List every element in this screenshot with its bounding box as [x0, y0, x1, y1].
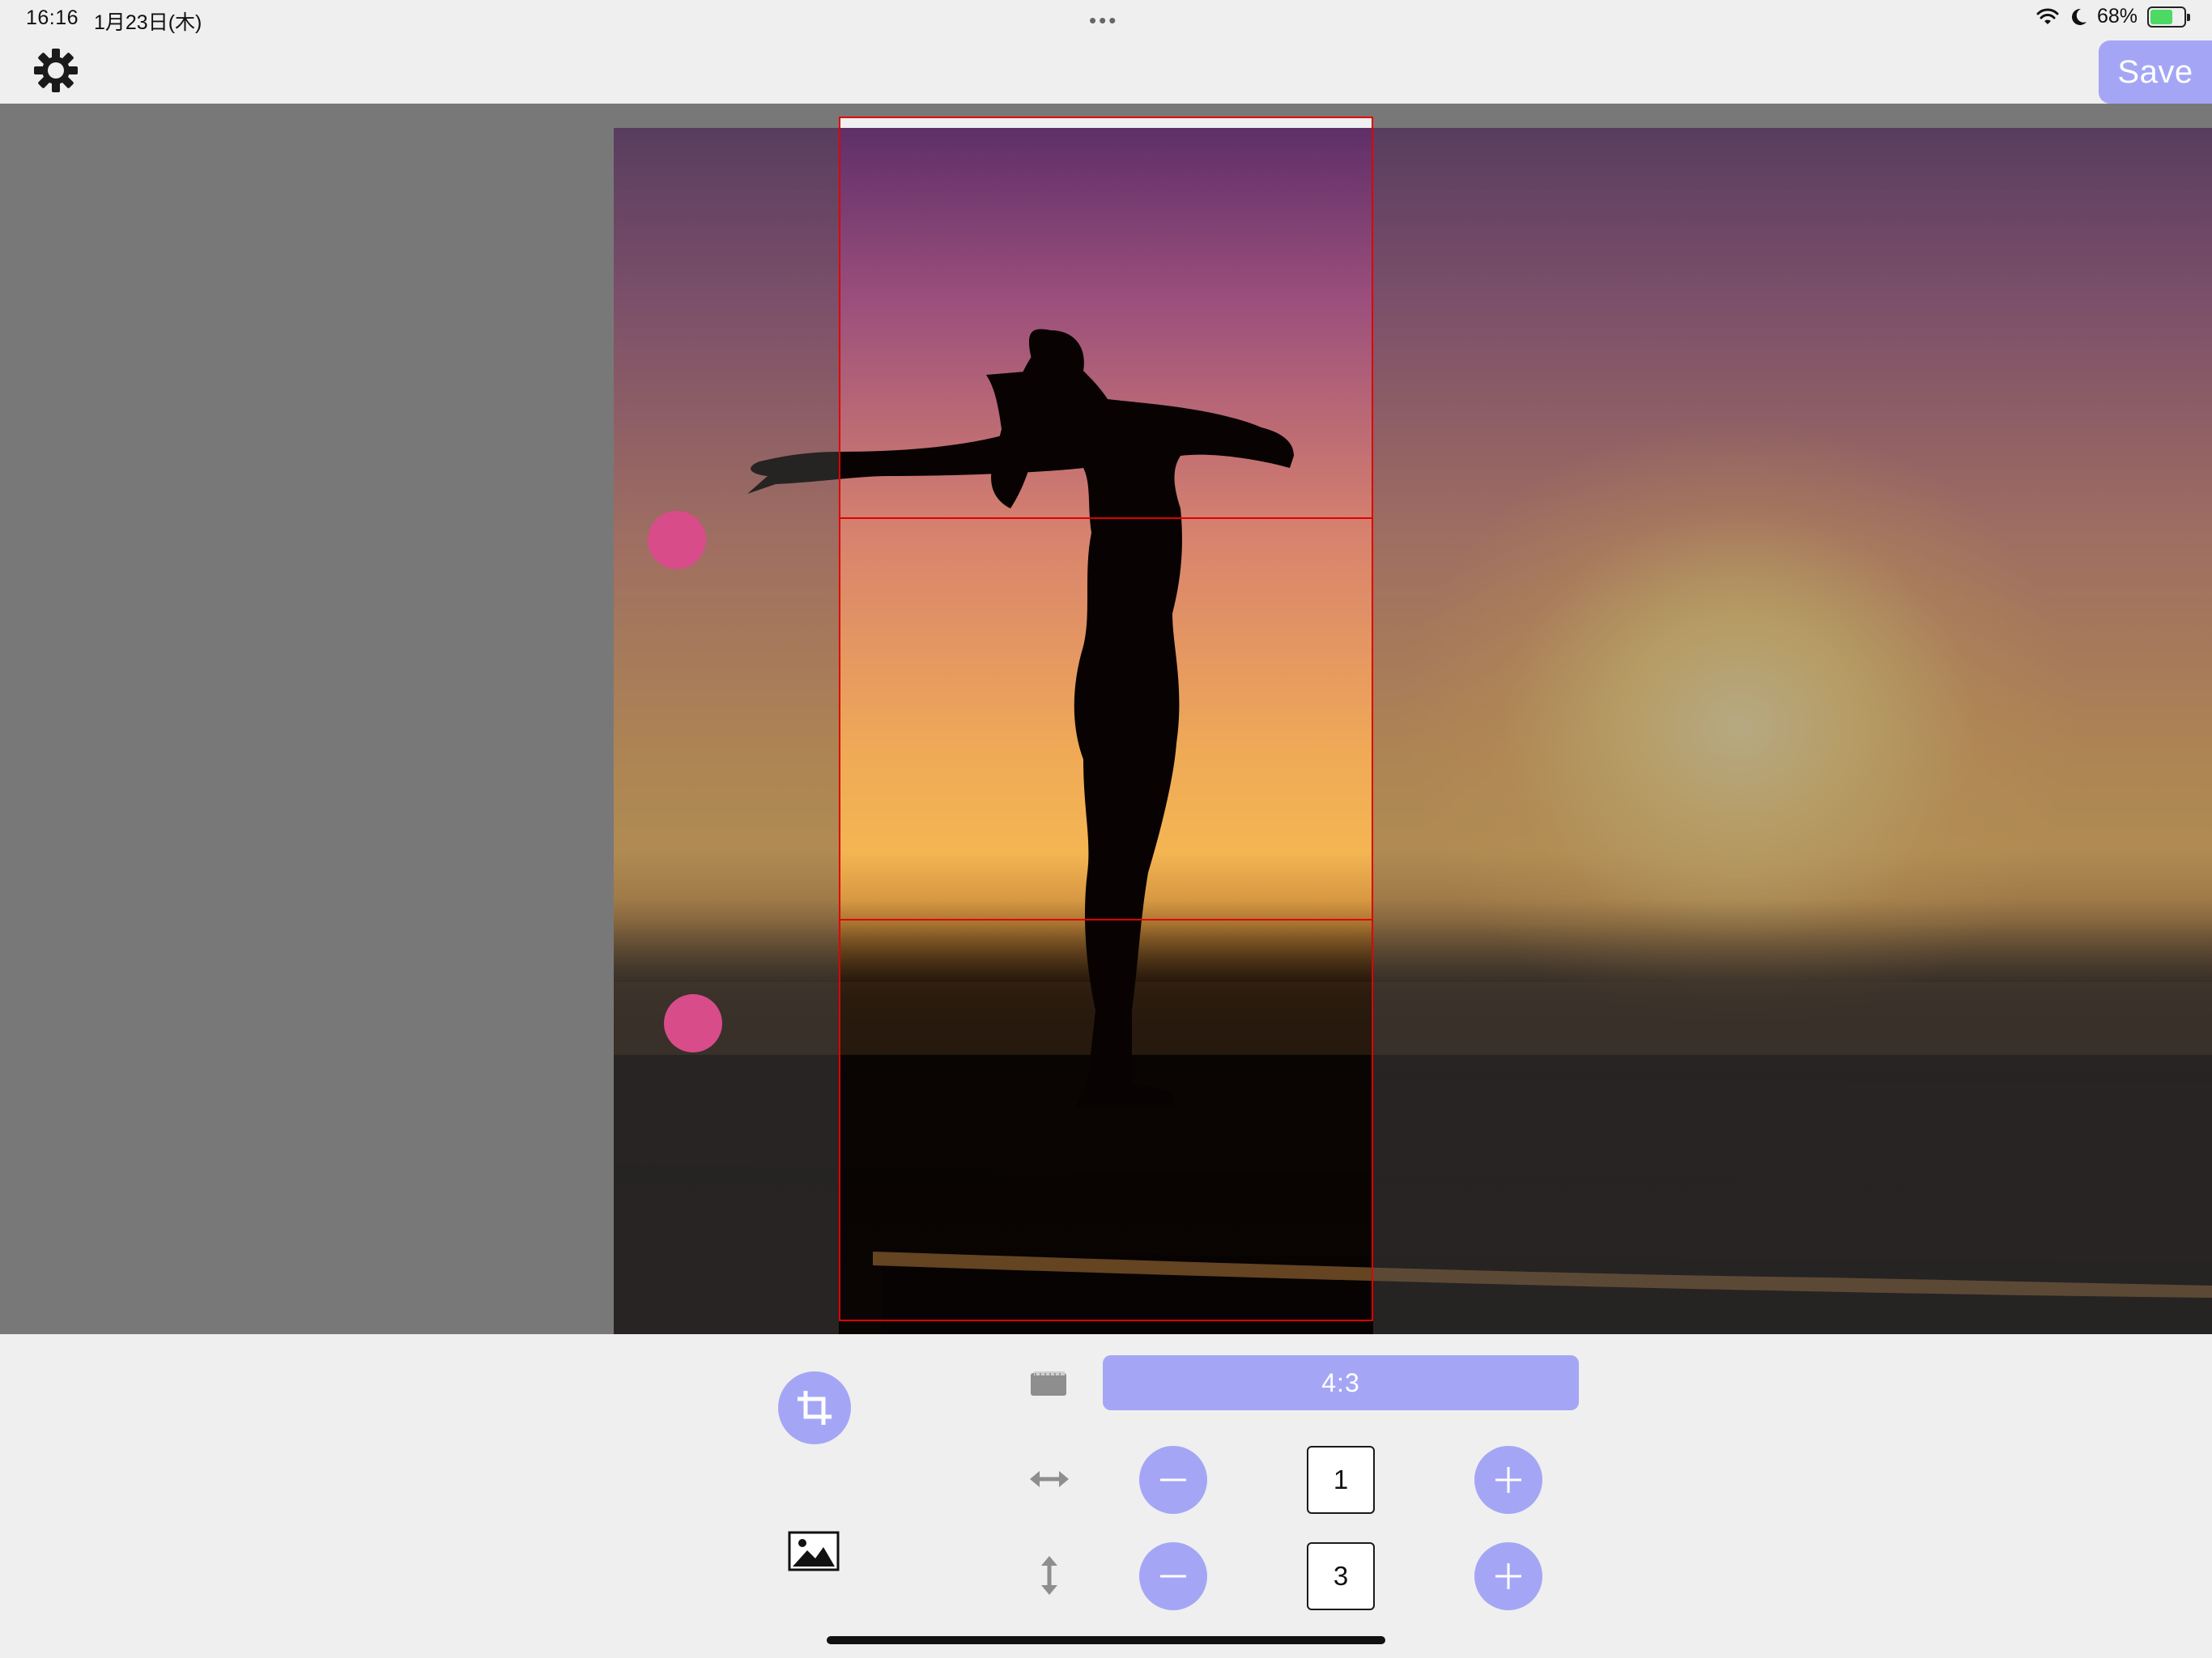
gear-icon[interactable]: [32, 47, 79, 94]
image-icon[interactable]: [788, 1531, 840, 1571]
plus-icon: [1495, 1467, 1521, 1493]
grid-line-1[interactable]: [839, 517, 1373, 519]
wifi-icon: [2036, 8, 2059, 24]
horizontal-arrows-icon: [1030, 1471, 1069, 1487]
status-right: 68%: [2035, 5, 2190, 28]
grid-line-2[interactable]: [839, 919, 1373, 920]
aspect-ratio-button[interactable]: 4:3: [1103, 1355, 1579, 1410]
battery-percent: 68%: [2096, 5, 2138, 28]
split-handle-1[interactable]: [648, 511, 706, 569]
status-bar: 16:16 1月23日(木) ••• 68%: [0, 0, 2212, 39]
status-date: 1月23日(木): [94, 11, 202, 34]
minus-icon: [1160, 1478, 1186, 1482]
vertical-increase-button[interactable]: [1474, 1542, 1542, 1610]
crop-tool-button[interactable]: [778, 1371, 851, 1444]
minus-icon: [1160, 1575, 1186, 1578]
horizontal-decrease-button[interactable]: [1139, 1446, 1207, 1514]
top-toolbar: Save: [0, 39, 2212, 104]
moon-icon: [2071, 8, 2087, 25]
home-indicator[interactable]: [827, 1636, 1385, 1644]
crop-icon: [798, 1391, 832, 1425]
vertical-count[interactable]: 3: [1307, 1542, 1375, 1610]
multitask-dots[interactable]: •••: [1089, 8, 1118, 33]
vertical-decrease-button[interactable]: [1139, 1542, 1207, 1610]
save-button[interactable]: Save: [2099, 40, 2212, 104]
status-time: 16:16: [26, 6, 79, 29]
vertical-arrows-icon: [1041, 1556, 1057, 1595]
crop-dim-left: [614, 128, 839, 1334]
horizontal-increase-button[interactable]: [1474, 1446, 1542, 1514]
plus-icon: [1495, 1563, 1521, 1589]
editor-canvas[interactable]: [0, 104, 2212, 1334]
crop-frame[interactable]: [839, 117, 1373, 1321]
split-handle-2[interactable]: [664, 994, 722, 1052]
horizontal-count[interactable]: 1: [1307, 1446, 1375, 1514]
crop-dim-right: [1373, 128, 2212, 1334]
aspect-ratio-icon: [1031, 1371, 1066, 1396]
battery-charging-icon: [2147, 6, 2190, 28]
